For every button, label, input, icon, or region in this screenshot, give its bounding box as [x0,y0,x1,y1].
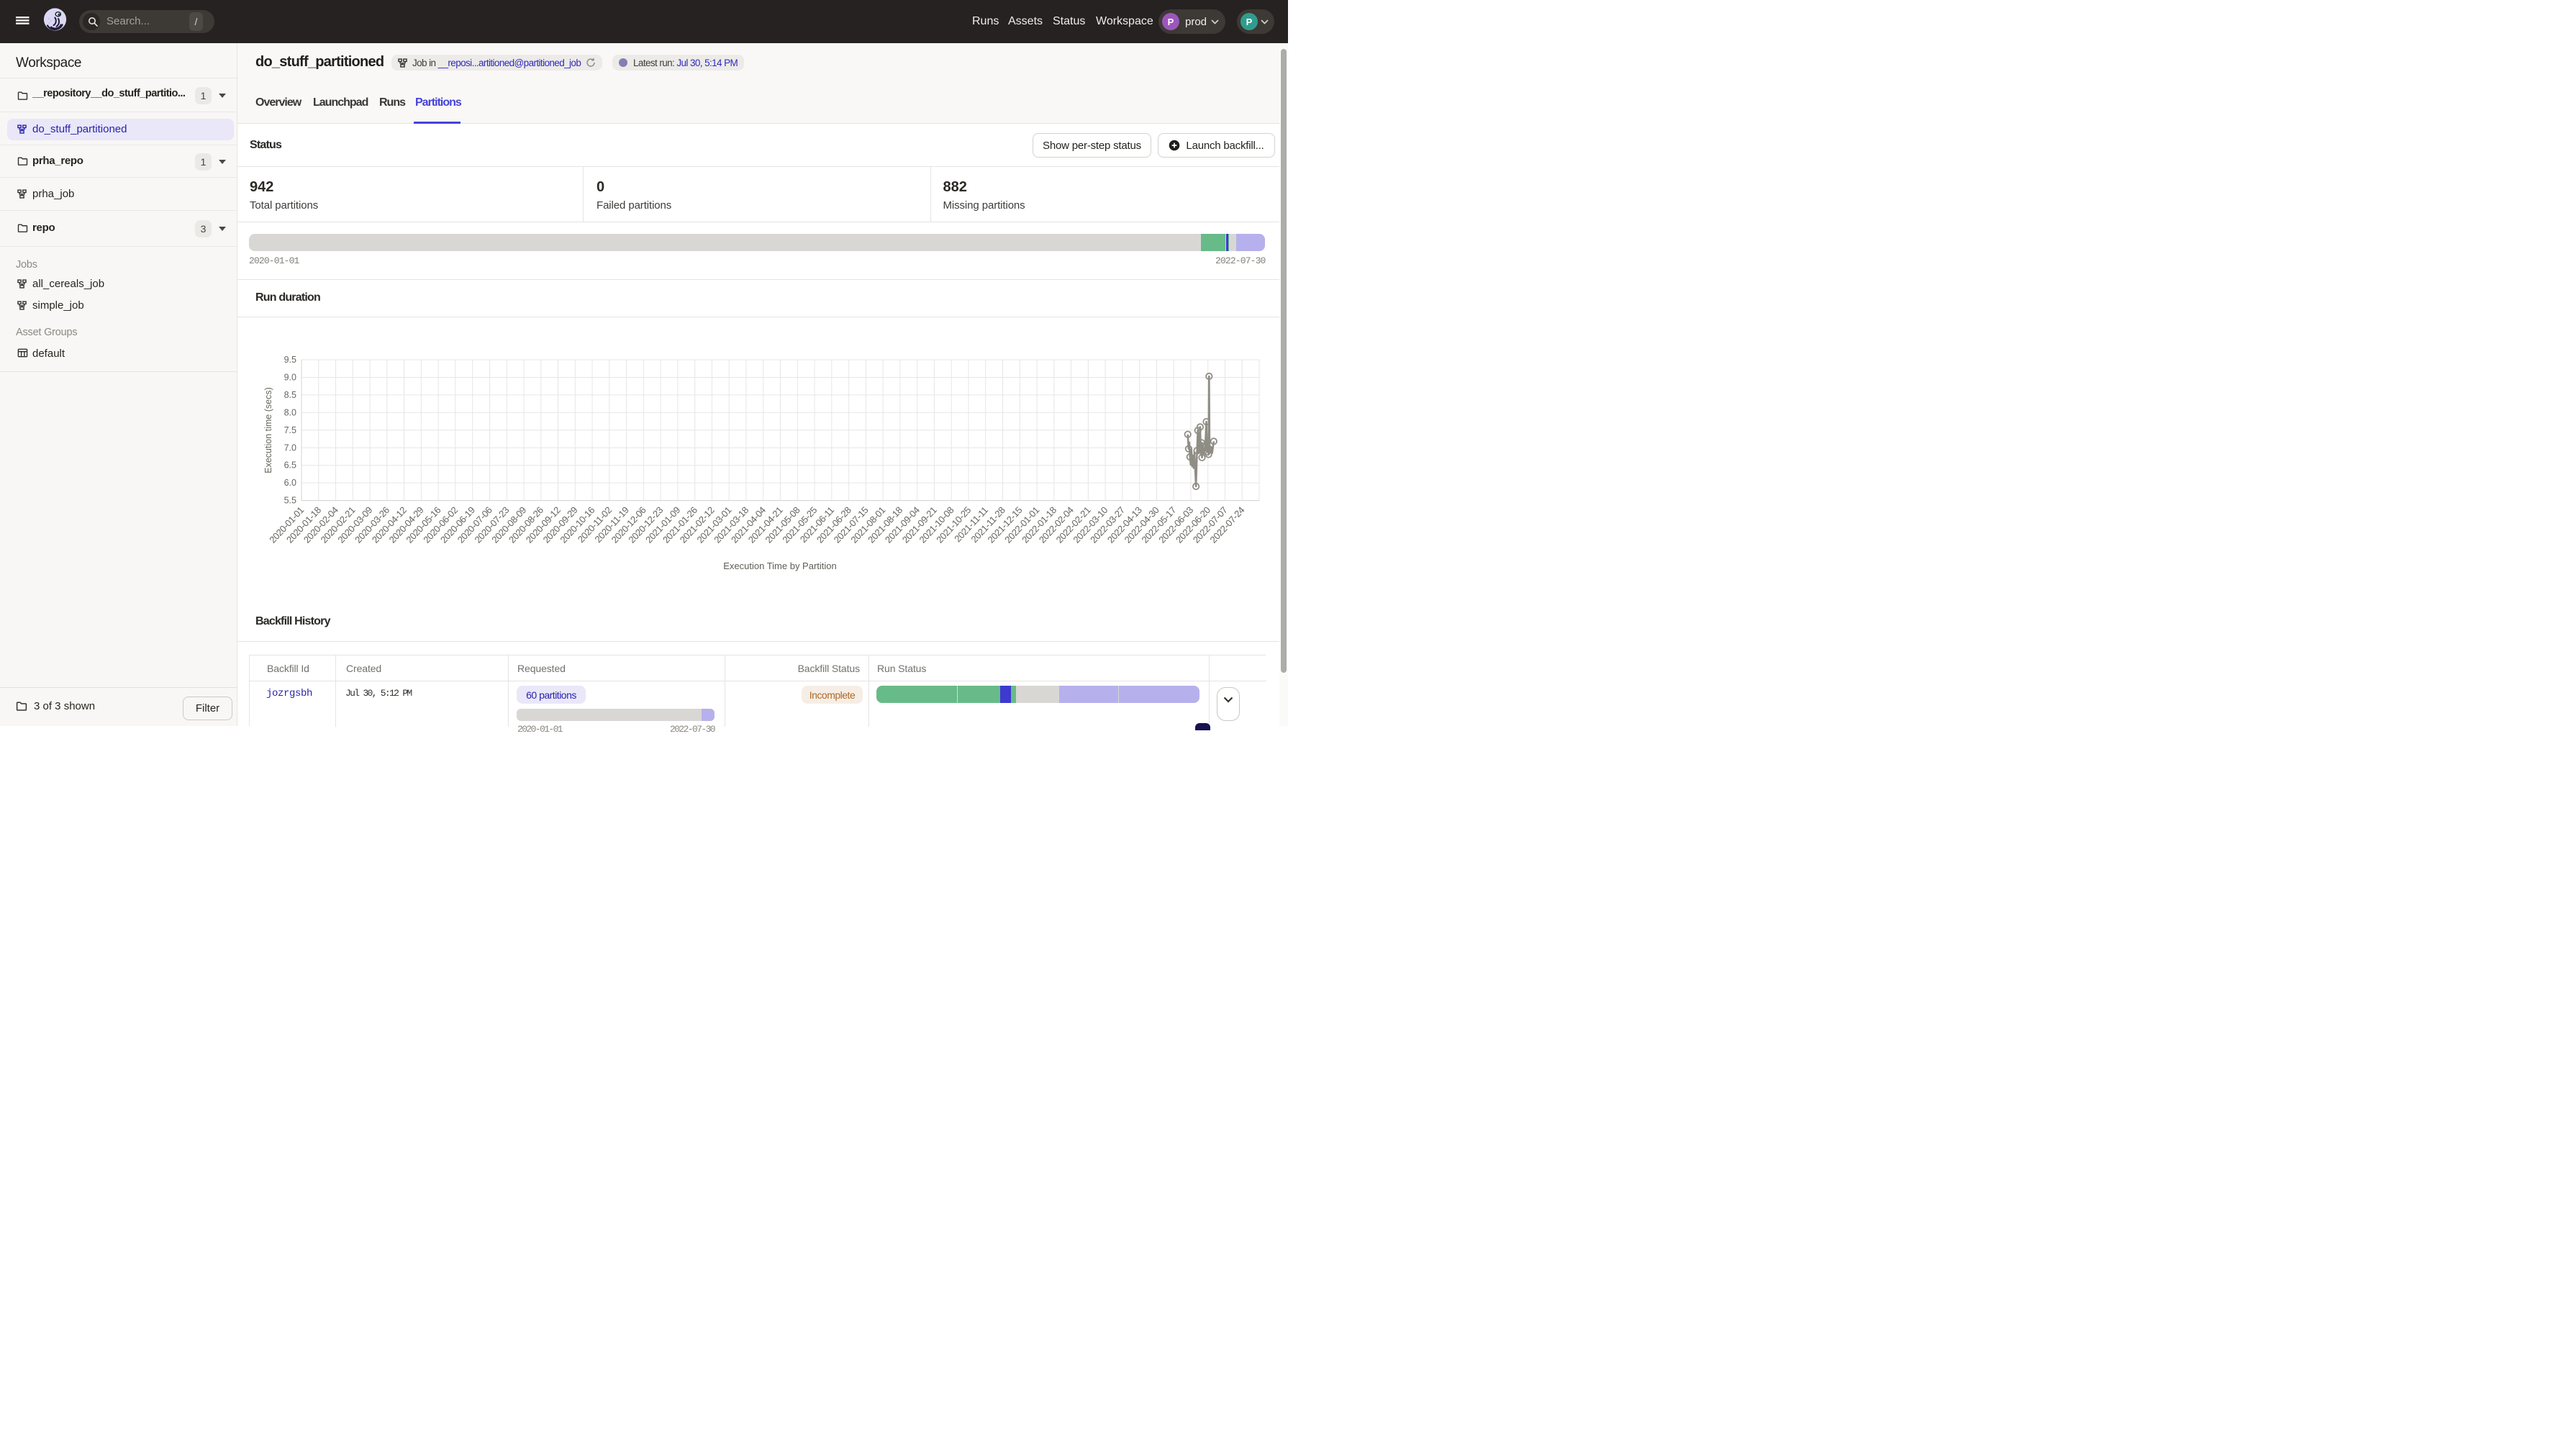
svg-text:9.0: 9.0 [284,372,296,382]
svg-text:Execution time (secs): Execution time (secs) [263,387,273,473]
svg-text:7.5: 7.5 [284,425,296,435]
svg-text:8.5: 8.5 [284,390,296,400]
svg-text:Execution Time by Partition: Execution Time by Partition [723,561,837,571]
svg-text:6.5: 6.5 [284,460,296,471]
svg-text:6.0: 6.0 [284,478,296,488]
svg-text:5.5: 5.5 [284,496,296,506]
svg-text:9.5: 9.5 [284,355,296,365]
svg-text:8.0: 8.0 [284,407,296,417]
svg-text:7.0: 7.0 [284,443,296,453]
